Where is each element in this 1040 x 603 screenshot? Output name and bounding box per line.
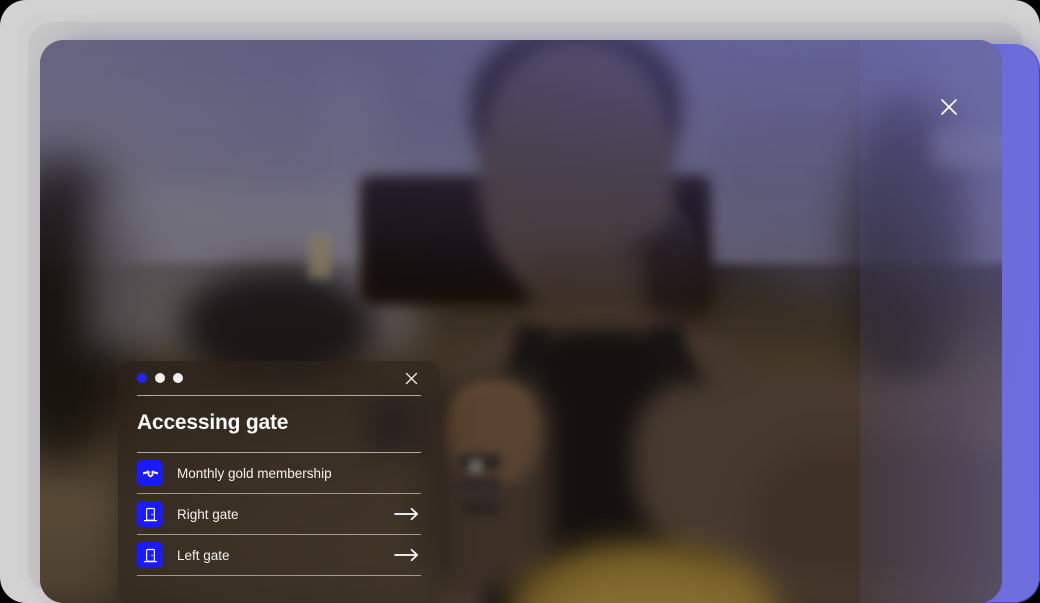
close-x-icon: [941, 99, 957, 115]
video-call-window: Accessing gate Monthly gold membership R…: [40, 40, 1002, 603]
window-close-button[interactable]: [934, 92, 964, 122]
list-item-right-gate[interactable]: Right gate: [137, 494, 421, 534]
arrow-right-icon[interactable]: [393, 546, 421, 564]
list-item-left-gate[interactable]: Left gate: [137, 535, 421, 575]
right-panel-overlay: [860, 40, 1002, 603]
list-item-label: Monthly gold membership: [177, 465, 332, 481]
page-surface: Accessing gate Monthly gold membership R…: [0, 0, 1040, 603]
dot-inactive-1[interactable]: [155, 373, 165, 383]
modal-window-dots: [137, 373, 183, 383]
list-item-label: Right gate: [177, 506, 239, 522]
dot-inactive-2[interactable]: [173, 373, 183, 383]
arrow-right-icon[interactable]: [393, 505, 421, 523]
list-item-membership[interactable]: Monthly gold membership: [137, 453, 421, 493]
modal-title: Accessing gate: [137, 411, 289, 434]
list-item-label: Left gate: [177, 547, 230, 563]
door-icon: [137, 542, 163, 568]
membership-wings-icon: [137, 460, 163, 486]
door-icon: [137, 501, 163, 527]
dot-active[interactable]: [137, 373, 147, 383]
modal-titlebar: [118, 361, 440, 395]
close-x-icon: [405, 372, 417, 384]
modal-close-button[interactable]: [401, 368, 421, 388]
accessing-gate-modal: Accessing gate Monthly gold membership R…: [118, 361, 440, 603]
list-bottom-divider: [137, 575, 421, 576]
